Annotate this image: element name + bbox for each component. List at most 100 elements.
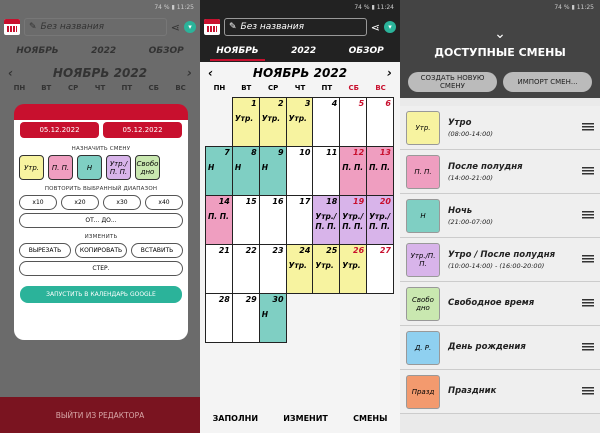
pencil-icon: ✎ — [29, 22, 37, 32]
next-month-icon[interactable]: › — [387, 66, 392, 80]
calendar-day-cell[interactable]: 27 — [366, 244, 394, 294]
edit-tab[interactable]: ИЗМЕНИТ — [283, 414, 328, 423]
shift-row[interactable]: Д. Р. День рождения — [400, 326, 600, 370]
calendar-day-cell[interactable]: 5 — [339, 97, 368, 147]
repeat-x20-button[interactable]: x20 — [61, 195, 99, 210]
day-shift-label: Н — [261, 310, 268, 319]
tab-overview[interactable]: ОБЗОР — [343, 43, 390, 59]
calendar-day-cell[interactable]: 28 — [205, 293, 233, 343]
shift-info: Утро (08:00-14:00) — [448, 118, 574, 138]
tab-overview[interactable]: ОБЗОР — [143, 43, 190, 59]
from-label: ОТ — [53, 106, 62, 113]
shift-color-swatch: П. П. — [406, 154, 440, 189]
calendar-title-field[interactable]: ✎ Без названия — [24, 18, 167, 36]
prev-month-icon[interactable]: ‹ — [8, 66, 13, 80]
calendar-day-cell[interactable]: 1 Утр. — [231, 97, 260, 147]
shifts-tab[interactable]: СМЕНЫ — [353, 414, 387, 423]
shift-row[interactable]: П. П. После полудня (14:00-21:00) — [400, 150, 600, 194]
tab-month[interactable]: НОЯБРЬ — [10, 43, 64, 59]
calendar-day-cell[interactable]: 10 — [285, 146, 314, 196]
import-shifts-button[interactable]: ИМПОРТ СМЕН... — [503, 72, 592, 92]
drag-handle-icon[interactable] — [582, 255, 594, 264]
day-number: 8 — [251, 148, 257, 157]
calendar-day-cell[interactable]: 4 — [312, 97, 341, 147]
shift-chip[interactable]: Утр./ П. П. — [106, 155, 131, 180]
shift-row[interactable]: Утр./П. П. Утро / После полудня (10:00-14:… — [400, 238, 600, 282]
day-shift-label: Н — [261, 163, 268, 172]
calendar-day-cell[interactable]: 29 — [231, 293, 260, 343]
collapse-chevron-icon[interactable]: ⌄ — [400, 26, 600, 42]
shift-chip[interactable]: Утр. — [19, 155, 44, 180]
drag-handle-icon[interactable] — [582, 299, 594, 308]
from-date-button[interactable]: 05.12.2022 — [20, 122, 99, 138]
repeat-x40-button[interactable]: x40 — [145, 195, 183, 210]
calendar-day-cell[interactable]: 6 — [366, 97, 394, 147]
prev-month-icon[interactable]: ‹ — [208, 66, 213, 80]
calendar-day-cell[interactable]: 21 — [205, 244, 233, 294]
calendar-day-cell[interactable]: 20 Утр./ П. П. — [366, 195, 394, 245]
drag-handle-icon[interactable] — [582, 387, 594, 396]
calendar-day-cell[interactable]: 16 — [258, 195, 287, 245]
calendar-app-icon — [204, 19, 220, 35]
shift-name: После полудня — [448, 161, 523, 172]
calendar-day-cell[interactable]: 26 Утр. — [339, 244, 368, 294]
day-number: 18 — [326, 197, 338, 206]
shift-chip[interactable]: Н — [77, 155, 102, 180]
calendar-day-cell[interactable]: 7Н — [205, 146, 233, 196]
calendar-day-cell[interactable]: 19 Утр./ П. П. — [339, 195, 368, 245]
month-nav: ‹ НОЯБРЬ 2022 › — [200, 62, 400, 84]
shift-row[interactable]: Утр. Утро (08:00-14:00) — [400, 106, 600, 150]
day-number: 23 — [272, 246, 284, 255]
drag-handle-icon[interactable] — [582, 343, 594, 352]
calendar-day-cell[interactable]: 22 — [231, 244, 260, 294]
shift-time: (14:00-21:00) — [448, 173, 493, 182]
menu-down-icon[interactable]: ▾ — [384, 21, 396, 33]
shift-row[interactable]: Празд Праздник — [400, 370, 600, 414]
calendar-day-cell[interactable]: 18 Утр./ П. П. — [312, 195, 341, 245]
fill-tab[interactable]: ЗАПОЛНИ — [213, 414, 258, 423]
tab-month[interactable]: НОЯБРЬ — [210, 43, 266, 61]
calendar-day-cell[interactable]: 9Н — [258, 146, 287, 196]
day-number: 22 — [245, 246, 257, 255]
to-date-button[interactable]: 05.12.2022 — [103, 122, 182, 138]
share-icon[interactable]: ⋖ — [371, 21, 380, 34]
google-calendar-button[interactable]: ЗАПУСТИТЬ В КАЛЕНДАРЬ GOOGLE — [20, 286, 182, 303]
clear-button[interactable]: СТЕР. — [19, 261, 183, 276]
paste-button[interactable]: ВСТАВИТЬ — [131, 243, 183, 258]
drag-handle-icon[interactable] — [582, 211, 594, 220]
calendar-day-cell[interactable]: 25 Утр. — [312, 244, 341, 294]
calendar-day-cell[interactable]: 3 Утр. — [285, 97, 314, 147]
calendar-title-field[interactable]: ✎ Без названия — [224, 18, 367, 36]
repeat-until-button[interactable]: ОТ... ДО... — [19, 213, 183, 228]
shift-row[interactable]: Свобо дно Свободное время — [400, 282, 600, 326]
shift-chip[interactable]: Свобо дно — [135, 155, 160, 180]
share-icon[interactable]: ⋖ — [171, 21, 180, 34]
exit-editor-button[interactable]: ВЫЙТИ ИЗ РЕДАКТОРА — [0, 397, 200, 433]
repeat-x30-button[interactable]: x30 — [103, 195, 141, 210]
shift-row[interactable]: Н Ночь (21:00-07:00) — [400, 194, 600, 238]
calendar-day-cell[interactable]: 14 П. П. — [205, 195, 233, 245]
calendar-day-cell[interactable]: 13 П. П. — [366, 146, 394, 196]
next-month-icon[interactable]: › — [187, 66, 192, 80]
menu-down-icon[interactable]: ▾ — [184, 21, 196, 33]
copy-button[interactable]: КОПИРОВАТЬ — [75, 243, 127, 258]
day-shift-label: Утр. — [288, 261, 307, 270]
tab-year[interactable]: 2022 — [85, 43, 122, 59]
create-shift-button[interactable]: СОЗДАТЬ НОВУЮ СМЕНУ — [408, 72, 497, 92]
calendar-day-cell[interactable]: 15 — [231, 195, 260, 245]
calendar-day-cell[interactable]: 8Н — [231, 146, 260, 196]
shift-info: Утро / После полудня (10:00-14:00) - (16:… — [448, 250, 574, 270]
calendar-day-cell[interactable]: 2 Утр. — [258, 97, 287, 147]
drag-handle-icon[interactable] — [582, 123, 594, 132]
tab-year[interactable]: 2022 — [285, 43, 322, 59]
shift-chip[interactable]: П. П. — [48, 155, 73, 180]
calendar-day-cell[interactable]: 11 — [312, 146, 341, 196]
cut-button[interactable]: ВЫРЕЗАТЬ — [19, 243, 71, 258]
calendar-day-cell[interactable]: 17 — [285, 195, 314, 245]
calendar-day-cell[interactable]: 23 — [258, 244, 287, 294]
calendar-day-cell[interactable]: 30 Н — [258, 293, 287, 343]
drag-handle-icon[interactable] — [582, 167, 594, 176]
repeat-x10-button[interactable]: x10 — [19, 195, 57, 210]
calendar-day-cell[interactable]: 12 П. П. — [339, 146, 368, 196]
calendar-day-cell[interactable]: 24 Утр. — [285, 244, 314, 294]
